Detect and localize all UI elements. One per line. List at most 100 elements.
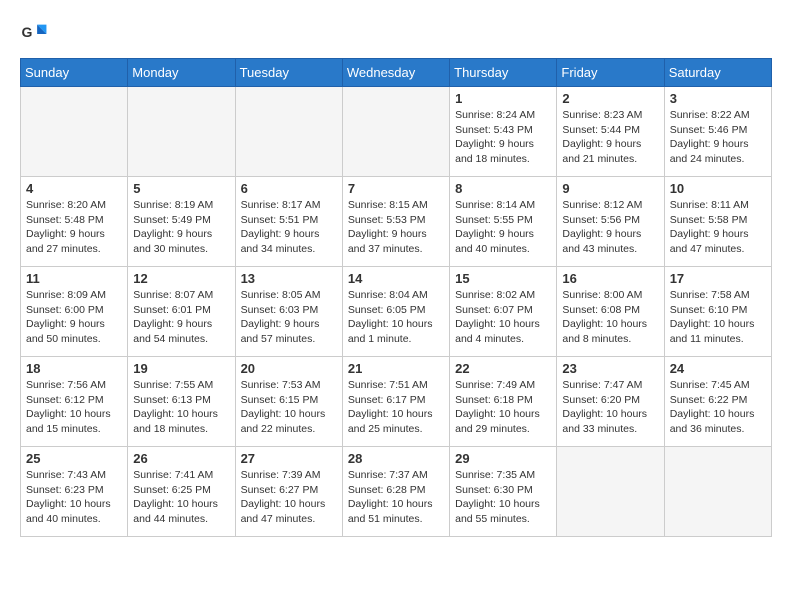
day-number: 28	[348, 451, 444, 466]
header-day-tuesday: Tuesday	[235, 59, 342, 87]
header-day-friday: Friday	[557, 59, 664, 87]
day-cell: 24 Sunrise: 7:45 AMSunset: 6:22 PMDayligh…	[664, 357, 771, 447]
day-cell: 19 Sunrise: 7:55 AMSunset: 6:13 PMDayligh…	[128, 357, 235, 447]
day-cell: 27 Sunrise: 7:39 AMSunset: 6:27 PMDayligh…	[235, 447, 342, 537]
day-info: Sunrise: 8:14 AMSunset: 5:55 PMDaylight:…	[455, 198, 551, 257]
day-number: 26	[133, 451, 229, 466]
week-row-1: 1 Sunrise: 8:24 AMSunset: 5:43 PMDaylight…	[21, 87, 772, 177]
day-info: Sunrise: 7:39 AMSunset: 6:27 PMDaylight:…	[241, 468, 337, 527]
day-cell: 10 Sunrise: 8:11 AMSunset: 5:58 PMDayligh…	[664, 177, 771, 267]
day-cell: 15Sunrise: 8:02 AMSunset: 6:07 PMDayligh…	[450, 267, 557, 357]
day-info: Sunrise: 7:45 AMSunset: 6:22 PMDaylight:…	[670, 378, 766, 437]
day-cell: 20 Sunrise: 7:53 AMSunset: 6:15 PMDayligh…	[235, 357, 342, 447]
day-number: 1	[455, 91, 551, 106]
header-day-saturday: Saturday	[664, 59, 771, 87]
day-info: Sunrise: 8:02 AMSunset: 6:07 PMDaylight:…	[455, 288, 551, 347]
header-day-monday: Monday	[128, 59, 235, 87]
week-row-2: 4 Sunrise: 8:20 AMSunset: 5:48 PMDaylight…	[21, 177, 772, 267]
header-row: SundayMondayTuesdayWednesdayThursdayFrid…	[21, 59, 772, 87]
day-cell: 14 Sunrise: 8:04 AMSunset: 6:05 PMDayligh…	[342, 267, 449, 357]
day-cell: 8 Sunrise: 8:14 AMSunset: 5:55 PMDaylight…	[450, 177, 557, 267]
day-cell	[342, 87, 449, 177]
day-number: 22	[455, 361, 551, 376]
day-cell: 1 Sunrise: 8:24 AMSunset: 5:43 PMDaylight…	[450, 87, 557, 177]
day-cell: 11 Sunrise: 8:09 AMSunset: 6:00 PMDayligh…	[21, 267, 128, 357]
day-cell	[235, 87, 342, 177]
day-number: 7	[348, 181, 444, 196]
day-info: Sunrise: 8:19 AMSunset: 5:49 PMDaylight:…	[133, 198, 229, 257]
day-info: Sunrise: 7:49 AMSunset: 6:18 PMDaylight:…	[455, 378, 551, 437]
day-cell: 12 Sunrise: 8:07 AMSunset: 6:01 PMDayligh…	[128, 267, 235, 357]
day-cell: 5 Sunrise: 8:19 AMSunset: 5:49 PMDaylight…	[128, 177, 235, 267]
day-number: 8	[455, 181, 551, 196]
day-info: Sunrise: 8:20 AMSunset: 5:48 PMDaylight:…	[26, 198, 122, 257]
day-number: 11	[26, 271, 122, 286]
day-number: 17	[670, 271, 766, 286]
day-info: Sunrise: 7:35 AMSunset: 6:30 PMDaylight:…	[455, 468, 551, 527]
day-info: Sunrise: 7:37 AMSunset: 6:28 PMDaylight:…	[348, 468, 444, 527]
day-cell: 26Sunrise: 7:41 AMSunset: 6:25 PMDayligh…	[128, 447, 235, 537]
logo: G	[20, 20, 52, 48]
day-info: Sunrise: 7:56 AMSunset: 6:12 PMDaylight:…	[26, 378, 122, 437]
day-cell	[21, 87, 128, 177]
day-info: Sunrise: 8:09 AMSunset: 6:00 PMDaylight:…	[26, 288, 122, 347]
day-info: Sunrise: 8:17 AMSunset: 5:51 PMDaylight:…	[241, 198, 337, 257]
day-info: Sunrise: 8:23 AMSunset: 5:44 PMDaylight:…	[562, 108, 658, 167]
day-cell: 23 Sunrise: 7:47 AMSunset: 6:20 PMDayligh…	[557, 357, 664, 447]
day-info: Sunrise: 7:53 AMSunset: 6:15 PMDaylight:…	[241, 378, 337, 437]
day-number: 12	[133, 271, 229, 286]
day-cell: 29Sunrise: 7:35 AMSunset: 6:30 PMDayligh…	[450, 447, 557, 537]
day-number: 10	[670, 181, 766, 196]
day-info: Sunrise: 8:07 AMSunset: 6:01 PMDaylight:…	[133, 288, 229, 347]
day-cell	[128, 87, 235, 177]
day-number: 24	[670, 361, 766, 376]
day-info: Sunrise: 7:55 AMSunset: 6:13 PMDaylight:…	[133, 378, 229, 437]
day-number: 27	[241, 451, 337, 466]
day-cell: 2 Sunrise: 8:23 AMSunset: 5:44 PMDaylight…	[557, 87, 664, 177]
header-day-thursday: Thursday	[450, 59, 557, 87]
day-info: Sunrise: 8:15 AMSunset: 5:53 PMDaylight:…	[348, 198, 444, 257]
day-info: Sunrise: 8:04 AMSunset: 6:05 PMDaylight:…	[348, 288, 444, 347]
day-cell: 17 Sunrise: 7:58 AMSunset: 6:10 PMDayligh…	[664, 267, 771, 357]
day-info: Sunrise: 8:05 AMSunset: 6:03 PMDaylight:…	[241, 288, 337, 347]
logo-icon: G	[20, 20, 48, 48]
day-number: 6	[241, 181, 337, 196]
day-number: 21	[348, 361, 444, 376]
header-day-sunday: Sunday	[21, 59, 128, 87]
day-number: 20	[241, 361, 337, 376]
day-number: 14	[348, 271, 444, 286]
day-cell: 21 Sunrise: 7:51 AMSunset: 6:17 PMDayligh…	[342, 357, 449, 447]
day-cell: 25Sunrise: 7:43 AMSunset: 6:23 PMDayligh…	[21, 447, 128, 537]
day-cell: 22 Sunrise: 7:49 AMSunset: 6:18 PMDayligh…	[450, 357, 557, 447]
day-info: Sunrise: 8:24 AMSunset: 5:43 PMDaylight:…	[455, 108, 551, 167]
day-number: 16	[562, 271, 658, 286]
header-day-wednesday: Wednesday	[342, 59, 449, 87]
day-cell: 13Sunrise: 8:05 AMSunset: 6:03 PMDayligh…	[235, 267, 342, 357]
day-cell: 3 Sunrise: 8:22 AMSunset: 5:46 PMDaylight…	[664, 87, 771, 177]
calendar-table: SundayMondayTuesdayWednesdayThursdayFrid…	[20, 58, 772, 537]
day-number: 2	[562, 91, 658, 106]
day-info: Sunrise: 7:51 AMSunset: 6:17 PMDaylight:…	[348, 378, 444, 437]
day-info: Sunrise: 8:22 AMSunset: 5:46 PMDaylight:…	[670, 108, 766, 167]
week-row-4: 18 Sunrise: 7:56 AMSunset: 6:12 PMDayligh…	[21, 357, 772, 447]
week-row-5: 25Sunrise: 7:43 AMSunset: 6:23 PMDayligh…	[21, 447, 772, 537]
day-number: 18	[26, 361, 122, 376]
day-number: 25	[26, 451, 122, 466]
day-cell: 7 Sunrise: 8:15 AMSunset: 5:53 PMDaylight…	[342, 177, 449, 267]
day-number: 19	[133, 361, 229, 376]
day-info: Sunrise: 8:11 AMSunset: 5:58 PMDaylight:…	[670, 198, 766, 257]
day-number: 9	[562, 181, 658, 196]
day-cell: 4 Sunrise: 8:20 AMSunset: 5:48 PMDaylight…	[21, 177, 128, 267]
day-info: Sunrise: 7:58 AMSunset: 6:10 PMDaylight:…	[670, 288, 766, 347]
day-number: 23	[562, 361, 658, 376]
page-header: G	[20, 20, 772, 48]
week-row-3: 11 Sunrise: 8:09 AMSunset: 6:00 PMDayligh…	[21, 267, 772, 357]
day-number: 4	[26, 181, 122, 196]
day-info: Sunrise: 8:12 AMSunset: 5:56 PMDaylight:…	[562, 198, 658, 257]
day-cell: 18 Sunrise: 7:56 AMSunset: 6:12 PMDayligh…	[21, 357, 128, 447]
day-number: 5	[133, 181, 229, 196]
day-number: 3	[670, 91, 766, 106]
day-cell	[664, 447, 771, 537]
day-cell	[557, 447, 664, 537]
day-info: Sunrise: 7:47 AMSunset: 6:20 PMDaylight:…	[562, 378, 658, 437]
